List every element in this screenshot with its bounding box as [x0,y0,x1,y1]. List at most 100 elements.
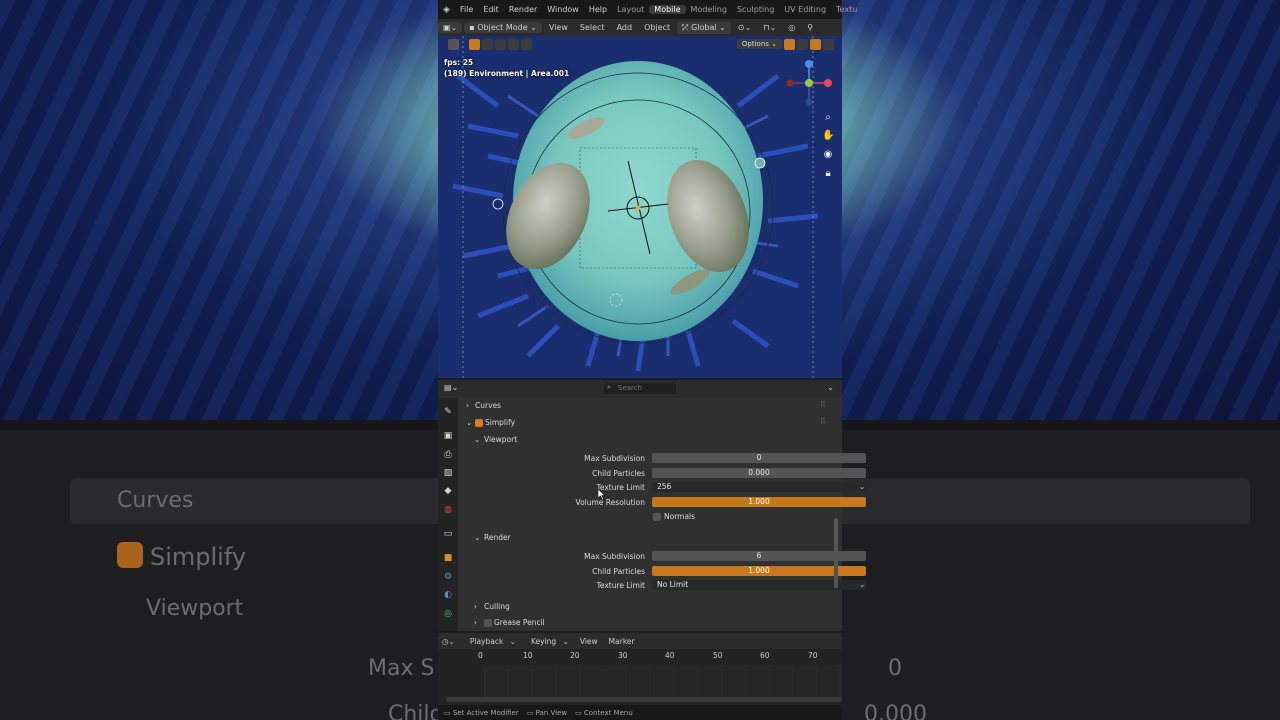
drag-handle-icon[interactable]: ⠿ [820,400,826,409]
frame-ruler[interactable]: 0 10 20 30 40 50 60 70 [438,651,842,663]
data-tab-icon[interactable]: ◎ [442,608,454,620]
select-tool-icon[interactable] [448,38,459,50]
gizmo-toggle-icon[interactable] [784,38,795,50]
timeline-scrollbar[interactable] [446,697,842,702]
add-menu[interactable]: Add [612,22,638,33]
volume-resolution-slider[interactable]: 1.000 [652,497,866,507]
tab-sculpting[interactable]: Sculpting [732,5,779,14]
curves-label: Curves [475,401,502,410]
normals-checkbox[interactable] [653,513,661,521]
menu-edit[interactable]: Edit [478,5,504,14]
properties-search-input[interactable]: Search [604,383,676,394]
properties-editor-type-icon[interactable]: ▤⌄ [444,383,458,392]
physics-tab-icon[interactable]: ◐ [442,589,454,601]
select-mode-new-icon[interactable] [469,38,480,50]
marker-menu[interactable]: Marker [605,636,639,647]
pivot-icon[interactable]: ⊙⌄ [733,22,756,33]
max-subdivision-field[interactable]: 0 [652,453,866,463]
filter-icon[interactable] [810,38,821,50]
zoom-icon[interactable]: ⌕ [822,112,834,124]
keying-menu[interactable]: Keying ⌄ [523,636,573,647]
proportional-edit-icon[interactable]: ◎ [783,22,800,33]
camera-icon[interactable]: ◉ [822,149,834,161]
select-menu[interactable]: Select [575,22,610,33]
blender-window: ◈ File Edit Render Window Help Layout Mo… [438,0,866,720]
gizmo-icon[interactable]: ⚲ [802,22,818,33]
world-tab-icon[interactable]: ◍ [442,504,454,516]
drag-handle-icon[interactable]: ⠿ [820,417,826,426]
render-tab-icon[interactable]: ▣ [442,430,454,442]
select-mode-invert-icon[interactable] [508,38,519,50]
tab-layout[interactable]: Layout [612,5,649,14]
search-icon: ⌕ [607,383,611,391]
chevron-right-icon[interactable]: › [474,618,477,627]
tab-uv-editing[interactable]: UV Editing [779,5,831,14]
tool-tab-icon[interactable]: ✎ [442,406,454,418]
blurred-curves-label: Curves [117,488,194,513]
grease-pencil-checkbox[interactable] [484,619,492,627]
navigation-gizmo[interactable] [784,58,834,110]
modifier-tab-icon[interactable]: ⚙ [442,571,454,583]
tab-texture[interactable]: Textu [831,5,862,14]
select-mode-extend-icon[interactable] [482,38,493,50]
chevron-right-icon[interactable]: › [474,602,477,611]
tab-modeling[interactable]: Modeling [686,5,732,14]
3d-viewport[interactable] [438,36,842,378]
lock-icon[interactable]: 🔒︎ [822,168,834,180]
menu-file[interactable]: File [455,5,478,14]
fps-readout: fps: 25 [444,58,474,67]
blender-logo-icon[interactable]: ◈ [438,5,455,15]
timeline-header: ◷⌄ Playback ⌄ Keying ⌄ View Marker [438,633,842,649]
texture-limit-select[interactable]: 256 [652,482,866,492]
curves-panel[interactable] [460,398,820,416]
select-mode-subtract-icon[interactable] [495,38,506,50]
object-menu[interactable]: Object [639,22,675,33]
playback-menu[interactable]: Playback ⌄ [462,636,520,647]
scene-tab-icon[interactable]: ◆ [442,485,454,497]
mode-dropdown[interactable]: ▪ Object Mode ⌄ [464,22,542,33]
chevron-down-icon[interactable]: ⌄ [827,383,834,392]
timeline-view-menu[interactable]: View [576,636,602,647]
snap-icon[interactable]: ⊓⌄ [758,22,781,33]
menu-window[interactable]: Window [542,5,584,14]
culling-section-label[interactable]: Culling [484,602,510,611]
output-tab-icon[interactable]: ⎙ [442,449,454,461]
properties-editor: ▤⌄ Search ⌕ ⌄ ✎ ▣ ⎙ ▨ ◆ ◍ ▭ ■ ⚙ ◐ ◎ › Cu… [438,380,866,631]
pan-hand-icon[interactable]: ✋ [822,130,834,142]
status-label: Pan View [535,708,568,717]
select-mode-intersect-icon[interactable] [521,38,532,50]
chevron-down-icon[interactable]: ⌄ [466,418,472,427]
blurred-simplify-label: Simplify [150,543,247,571]
menu-render[interactable]: Render [504,5,542,14]
properties-header: ▤⌄ Search ⌕ ⌄ [438,380,842,398]
render-section-label[interactable]: Render [484,533,511,542]
timeline-editor-type-icon[interactable]: ◷⌄ [438,636,459,647]
orientation-dropdown[interactable]: ⤱ Global ⌄ [677,21,731,34]
options-dropdown[interactable]: Options ⌄ [736,39,782,49]
frame-tick: 50 [713,651,723,660]
collection-tab-icon[interactable]: ▭ [442,528,454,540]
mouse-cursor-icon [598,489,606,500]
viewport-section-label[interactable]: Viewport [484,435,517,444]
chevron-down-icon[interactable]: ⌄ [474,435,480,444]
settings-icon[interactable] [823,38,834,50]
editor-type-icon[interactable]: ▣⌄ [438,22,463,33]
view-menu[interactable]: View [544,22,573,33]
simplify-checkbox[interactable] [475,419,483,427]
chevron-down-icon[interactable]: ⌄ [474,533,480,542]
properties-content: › Curves ⠿ ⌄ Simplify ⠿ ⌄ Viewport Max S… [460,398,866,631]
menu-help[interactable]: Help [584,5,612,14]
timeline-track-area[interactable] [484,665,842,699]
status-item: ▭ Context Menu [575,708,633,717]
frame-tick: 30 [618,651,628,660]
playback-label: Playback [469,636,504,646]
chevron-right-icon[interactable]: › [466,401,469,410]
render-child-particles-label: Child Particles [592,567,645,576]
child-particles-field[interactable]: 0.000 [652,468,866,478]
properties-scrollbar[interactable] [834,518,838,588]
view-layer-tab-icon[interactable]: ▨ [442,467,454,479]
tools-icon[interactable] [797,38,808,50]
tab-mobile[interactable]: Mobile [649,5,686,14]
object-tab-icon[interactable]: ■ [442,552,454,564]
normals-label: Normals [664,512,696,521]
